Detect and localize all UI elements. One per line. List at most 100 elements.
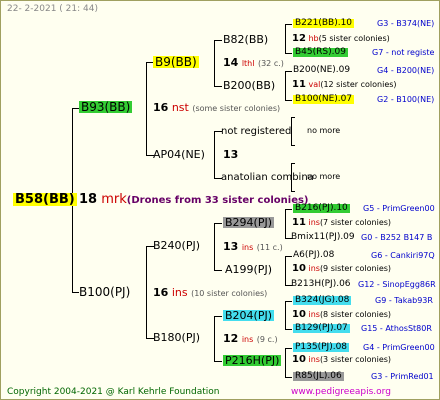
- gen3-5-ins: ins: [308, 218, 320, 227]
- root-note: (Drones from 33 sister colonies): [126, 195, 309, 206]
- connector: [291, 117, 295, 118]
- gen3-7-info: 10 ins(8 sister colonies): [292, 310, 391, 320]
- root-ins: mrk: [101, 192, 127, 207]
- gen1-1-info: 16 nst (some sister colonies): [153, 102, 280, 113]
- connector: [146, 62, 147, 155]
- connector: [285, 301, 292, 302]
- connector: [285, 24, 292, 25]
- connector: [214, 361, 222, 362]
- gen3-7-note: (8 sister colonies): [319, 310, 392, 319]
- gen3-5-info: 11 ins(7 sister colonies): [292, 218, 391, 228]
- queen-gen2-3[interactable]: B240(PJ): [153, 240, 200, 251]
- connector: [214, 131, 215, 178]
- gen4-14-ref: G3 - PrimRed01: [371, 372, 434, 381]
- site-link[interactable]: www.pedigreeapis.org: [291, 388, 391, 397]
- gen4-3-ref: G4 - B200(NE): [377, 66, 435, 75]
- connector: [285, 256, 292, 257]
- root-queen[interactable]: B58(BB): [13, 193, 77, 206]
- connector: [214, 223, 215, 270]
- queen-gen4-3[interactable]: B200(NE).09: [293, 66, 350, 75]
- gen3-5-note: (7 sister colonies): [319, 218, 392, 227]
- queen-gen2-2[interactable]: AP04(NE): [153, 149, 205, 160]
- connector: [214, 40, 215, 86]
- queen-gen2-4[interactable]: B180(PJ): [153, 332, 200, 343]
- gen4-7-ref: G5 - PrimGreen00: [363, 204, 435, 213]
- gen2-1-num: 14: [223, 56, 239, 69]
- connector: [285, 24, 286, 53]
- connector: [291, 163, 295, 164]
- queen-gen3-7[interactable]: B204(PJ): [223, 310, 275, 321]
- gen4-9-ref: G6 - Cankiri97Q: [371, 251, 435, 260]
- gen3-1-info: 12 hb(5 sister colonies): [292, 34, 390, 44]
- queen-gen4-2[interactable]: B45(RS).09: [293, 48, 348, 57]
- gen2-3-ins: ins: [241, 243, 254, 252]
- queen-gen3-8[interactable]: P216H(PJ): [223, 355, 282, 366]
- gen2-4-info: 12 ins (9 c.): [223, 333, 278, 344]
- queen-gen4-8[interactable]: Bmix11(PJ).09: [291, 233, 355, 242]
- gen1-2-note: (10 sister colonies): [191, 289, 268, 298]
- connector: [285, 256, 286, 285]
- queen-gen3-3[interactable]: not registered: [221, 127, 291, 137]
- connector: [285, 348, 286, 377]
- queen-gen3-2[interactable]: B200(BB): [223, 80, 275, 91]
- gen1-1-note: (some sister colonies): [192, 104, 281, 113]
- gen3-5-num: 11: [292, 217, 306, 228]
- connector: [146, 246, 147, 338]
- connector: [285, 301, 286, 329]
- gen3-8-ins: ins: [308, 355, 320, 364]
- gen4-1-ref: G3 - B374(NE): [377, 19, 435, 28]
- date-header: 22- 2-2021 ( 21: 44): [7, 4, 98, 14]
- gen2-3-info: 13 ins (11 c.): [223, 241, 283, 252]
- queen-gen3-1[interactable]: B82(BB): [223, 34, 268, 45]
- connector: [285, 71, 292, 72]
- gen2-3-num: 13: [223, 240, 239, 253]
- connector: [285, 209, 286, 238]
- connector: [285, 100, 292, 101]
- queen-gen4-1[interactable]: B221(BB).10: [293, 19, 355, 28]
- root-info: 18 mrk(Drones from 33 sister colonies): [79, 193, 309, 206]
- gen3-2-num: 11: [292, 79, 306, 90]
- gen1-1-num: 16: [153, 101, 169, 114]
- queen-gen2-1[interactable]: B9(BB): [153, 56, 199, 68]
- queen-gen4-10[interactable]: B213H(PJ).06: [291, 280, 351, 289]
- gen2-1-note: (32 c.): [257, 59, 284, 68]
- queen-gen4-4[interactable]: B100(NE).07: [293, 95, 355, 104]
- connector: [214, 270, 222, 271]
- queen-gen4-9[interactable]: A6(PJ).08: [293, 251, 334, 260]
- queen-gen4-11[interactable]: B324(JG).08: [293, 296, 352, 305]
- connector: [285, 329, 292, 330]
- queen-gen3-6[interactable]: A199(PJ): [225, 264, 272, 275]
- gen3-7-num: 10: [292, 309, 306, 320]
- gen1-2-info: 16 ins (10 sister colonies): [153, 287, 267, 298]
- gen4-12-ref: G15 - AthosSt80R: [361, 324, 432, 333]
- queen-gen4-7[interactable]: B216(PJ).10: [293, 204, 350, 213]
- copyright: Copyright 2004-2021 @ Karl Kehrle Founda…: [7, 387, 220, 397]
- connector: [214, 316, 222, 317]
- gen2-4-num: 12: [223, 332, 239, 345]
- connector: [285, 209, 292, 210]
- connector: [214, 316, 215, 361]
- gen1-2-ins: ins: [171, 286, 188, 299]
- queen-gen1-2[interactable]: B100(PJ): [79, 286, 130, 298]
- gen2-4-note: (9 c.): [256, 335, 278, 344]
- connector: [285, 53, 292, 54]
- gen3-1-num: 12: [292, 33, 306, 44]
- gen4-5-nomore: no more: [307, 126, 341, 135]
- queen-gen4-13[interactable]: P135(PJ).08: [293, 343, 350, 352]
- gen3-8-num: 10: [292, 354, 306, 365]
- gen4-11-ref: G9 - Takab93R: [375, 296, 433, 305]
- gen3-2-ins: val: [308, 80, 321, 89]
- gen3-8-note: (3 sister colonies): [319, 355, 392, 364]
- queen-gen4-12[interactable]: B129(PJ).07: [293, 324, 350, 333]
- queen-gen4-14[interactable]: R85(JL).06: [293, 372, 344, 381]
- connector: [214, 223, 222, 224]
- queen-gen1-1[interactable]: B93(BB): [79, 101, 133, 113]
- queen-gen3-5[interactable]: B294(PJ): [223, 217, 275, 228]
- gen4-6-nomore: no more: [307, 172, 341, 181]
- gen3-1-note: (5 sister colonies): [318, 34, 390, 43]
- gen2-1-info: 14 lthl (32 c.): [223, 57, 284, 68]
- gen3-2-info: 11 val(12 sister colonies): [292, 80, 397, 90]
- connector: [72, 292, 79, 293]
- connector: [291, 191, 295, 192]
- queen-gen3-4[interactable]: anatolian combina: [221, 173, 314, 183]
